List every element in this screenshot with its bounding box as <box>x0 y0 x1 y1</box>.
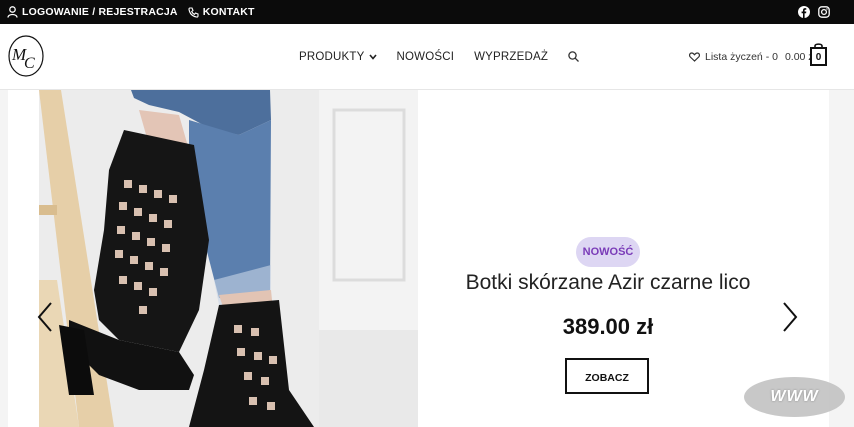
instagram-icon[interactable] <box>818 6 830 18</box>
contact-label: KONTAKT <box>202 6 255 18</box>
product-price: 389.00 zł <box>562 314 654 339</box>
user-icon <box>7 6 18 18</box>
chevron-down-icon <box>368 53 377 60</box>
nav-sale[interactable]: WYPRZEDAŻ <box>474 51 548 63</box>
nav-products-label: PRODUKTY <box>299 50 365 63</box>
hero-slider <box>8 90 829 427</box>
watermark: WWW <box>744 377 845 417</box>
product-title[interactable]: Botki skórzane Azir czarne lico <box>440 271 776 295</box>
social-links <box>798 0 830 24</box>
new-badge: NOWOŚĆ <box>576 237 640 267</box>
site-logo[interactable]: M C <box>8 35 44 77</box>
nav-sale-label: WYPRZEDAŻ <box>474 50 549 63</box>
facebook-icon[interactable] <box>798 6 810 18</box>
top-bar: LOGOWANIE / REJESTRACJA KONTAKT <box>0 0 854 24</box>
search-icon[interactable] <box>568 51 580 62</box>
site-header: M C PRODUKTY NOWOŚCI WYPRZEDAŻ Lista życ… <box>0 24 854 90</box>
nav-products[interactable]: PRODUKTY <box>299 51 377 63</box>
boots-photo <box>39 90 418 427</box>
login-label: LOGOWANIE / REJESTRACJA <box>22 6 178 18</box>
phone-icon <box>188 6 199 18</box>
cart-count: 0 <box>815 52 822 63</box>
main-nav: PRODUKTY NOWOŚCI WYPRZEDAŻ <box>299 24 580 89</box>
view-product-button[interactable]: ZOBACZ <box>565 358 649 394</box>
heart-icon <box>689 51 700 62</box>
slider-prev-arrow[interactable] <box>36 301 56 333</box>
svg-text:C: C <box>24 55 35 72</box>
contact-link[interactable]: KONTAKT <box>188 6 255 18</box>
nav-news-label: NOWOŚCI <box>396 50 455 63</box>
slider-next-arrow[interactable] <box>780 301 800 333</box>
login-link[interactable]: LOGOWANIE / REJESTRACJA <box>7 6 178 18</box>
top-bar-links: LOGOWANIE / REJESTRACJA KONTAKT <box>7 0 255 24</box>
cart-button[interactable]: 0 <box>810 42 827 66</box>
wishlist-link[interactable]: Lista życzeń - 0 0.00 zł <box>689 24 816 89</box>
wishlist-label: Lista życzeń - 0 <box>705 50 778 63</box>
nav-news[interactable]: NOWOŚCI <box>397 51 455 63</box>
product-image[interactable] <box>39 90 418 427</box>
